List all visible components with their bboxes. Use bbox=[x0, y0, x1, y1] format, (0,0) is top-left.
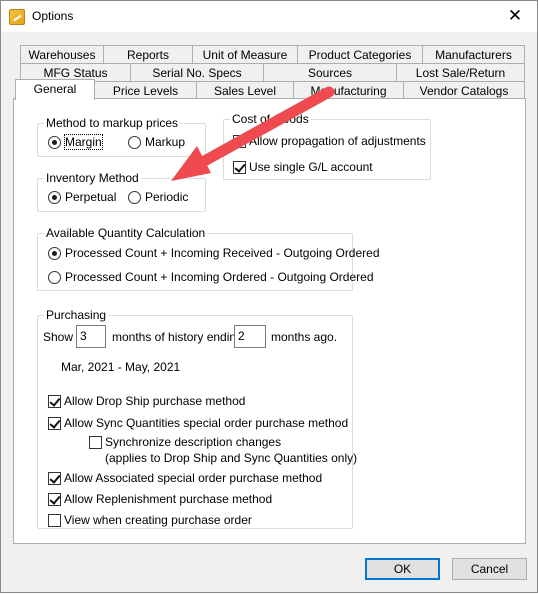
tab-reports[interactable]: Reports bbox=[103, 45, 193, 64]
replenishment-checkbox[interactable]: Allow Replenishment purchase method bbox=[48, 492, 272, 506]
options-dialog: Options ✕ Warehouses Reports Unit of Mea… bbox=[0, 0, 538, 593]
title-bar: Options ✕ bbox=[1, 1, 537, 32]
margin-radio[interactable]: Margin bbox=[48, 134, 103, 150]
sync-quantities-checkbox[interactable]: Allow Sync Quantities special order purc… bbox=[48, 416, 348, 430]
inventory-method-legend: Inventory Method bbox=[44, 171, 141, 186]
app-icon bbox=[9, 9, 25, 25]
markup-method-legend: Method to markup prices bbox=[44, 116, 181, 131]
markup-radio[interactable]: Markup bbox=[128, 135, 185, 149]
months-history-input[interactable]: 3 bbox=[76, 325, 106, 348]
allow-propagation-checkbox[interactable]: Allow propagation of adjustments bbox=[233, 134, 426, 148]
close-icon[interactable]: ✕ bbox=[493, 1, 537, 32]
date-range-text: Mar, 2021 - May, 2021 bbox=[61, 360, 181, 374]
available-qty-legend: Available Quantity Calculation bbox=[44, 226, 208, 241]
tab-general[interactable]: General bbox=[15, 79, 95, 100]
months-history-label: months of history ending bbox=[112, 330, 243, 344]
window-title: Options bbox=[32, 9, 74, 23]
single-gl-checkbox[interactable]: Use single G/L account bbox=[233, 160, 373, 174]
tab-unit-of-measure[interactable]: Unit of Measure bbox=[192, 45, 298, 64]
tab-sources[interactable]: Sources bbox=[263, 63, 397, 82]
months-ago-label: months ago. bbox=[271, 330, 338, 344]
available-qty-option2-radio[interactable]: Processed Count + Incoming Ordered - Out… bbox=[48, 270, 374, 284]
tab-warehouses[interactable]: Warehouses bbox=[20, 45, 104, 64]
available-qty-group: Available Quantity Calculation Processed… bbox=[37, 226, 380, 291]
purchasing-legend: Purchasing bbox=[44, 308, 109, 323]
periodic-radio[interactable]: Periodic bbox=[128, 190, 188, 204]
associated-checkbox[interactable]: Allow Associated special order purchase … bbox=[48, 471, 322, 485]
tab-product-categories[interactable]: Product Categories bbox=[297, 45, 423, 64]
tab-lost-sale-return[interactable]: Lost Sale/Return bbox=[396, 63, 525, 82]
cancel-button[interactable]: Cancel bbox=[452, 558, 527, 580]
markup-method-group: Method to markup prices Margin Markup bbox=[37, 116, 206, 157]
view-when-creating-checkbox[interactable]: View when creating purchase order bbox=[48, 513, 252, 527]
ok-button[interactable]: OK bbox=[365, 558, 440, 580]
sync-description-checkbox[interactable]: Synchronize description changes bbox=[89, 435, 281, 449]
months-ago-input[interactable]: 2 bbox=[234, 325, 266, 348]
sync-description-note: (applies to Drop Ship and Sync Quantitie… bbox=[105, 451, 358, 465]
general-tab-panel: Method to markup prices Margin Markup In… bbox=[13, 98, 526, 544]
available-qty-option1-radio[interactable]: Processed Count + Incoming Received - Ou… bbox=[48, 246, 380, 260]
drop-ship-checkbox[interactable]: Allow Drop Ship purchase method bbox=[48, 394, 245, 408]
inventory-method-group: Inventory Method Perpetual Periodic bbox=[37, 171, 206, 212]
cost-of-goods-legend: Cost of Goods bbox=[230, 112, 311, 127]
perpetual-radio[interactable]: Perpetual bbox=[48, 190, 116, 204]
cost-of-goods-group: Cost of Goods Allow propagation of adjus… bbox=[223, 112, 431, 180]
show-label: Show bbox=[43, 330, 74, 344]
tab-serial-no-specs[interactable]: Serial No. Specs bbox=[130, 63, 264, 82]
tab-manufacturers[interactable]: Manufacturers bbox=[422, 45, 525, 64]
purchasing-group: Purchasing Show 3 months of history endi… bbox=[37, 308, 357, 529]
